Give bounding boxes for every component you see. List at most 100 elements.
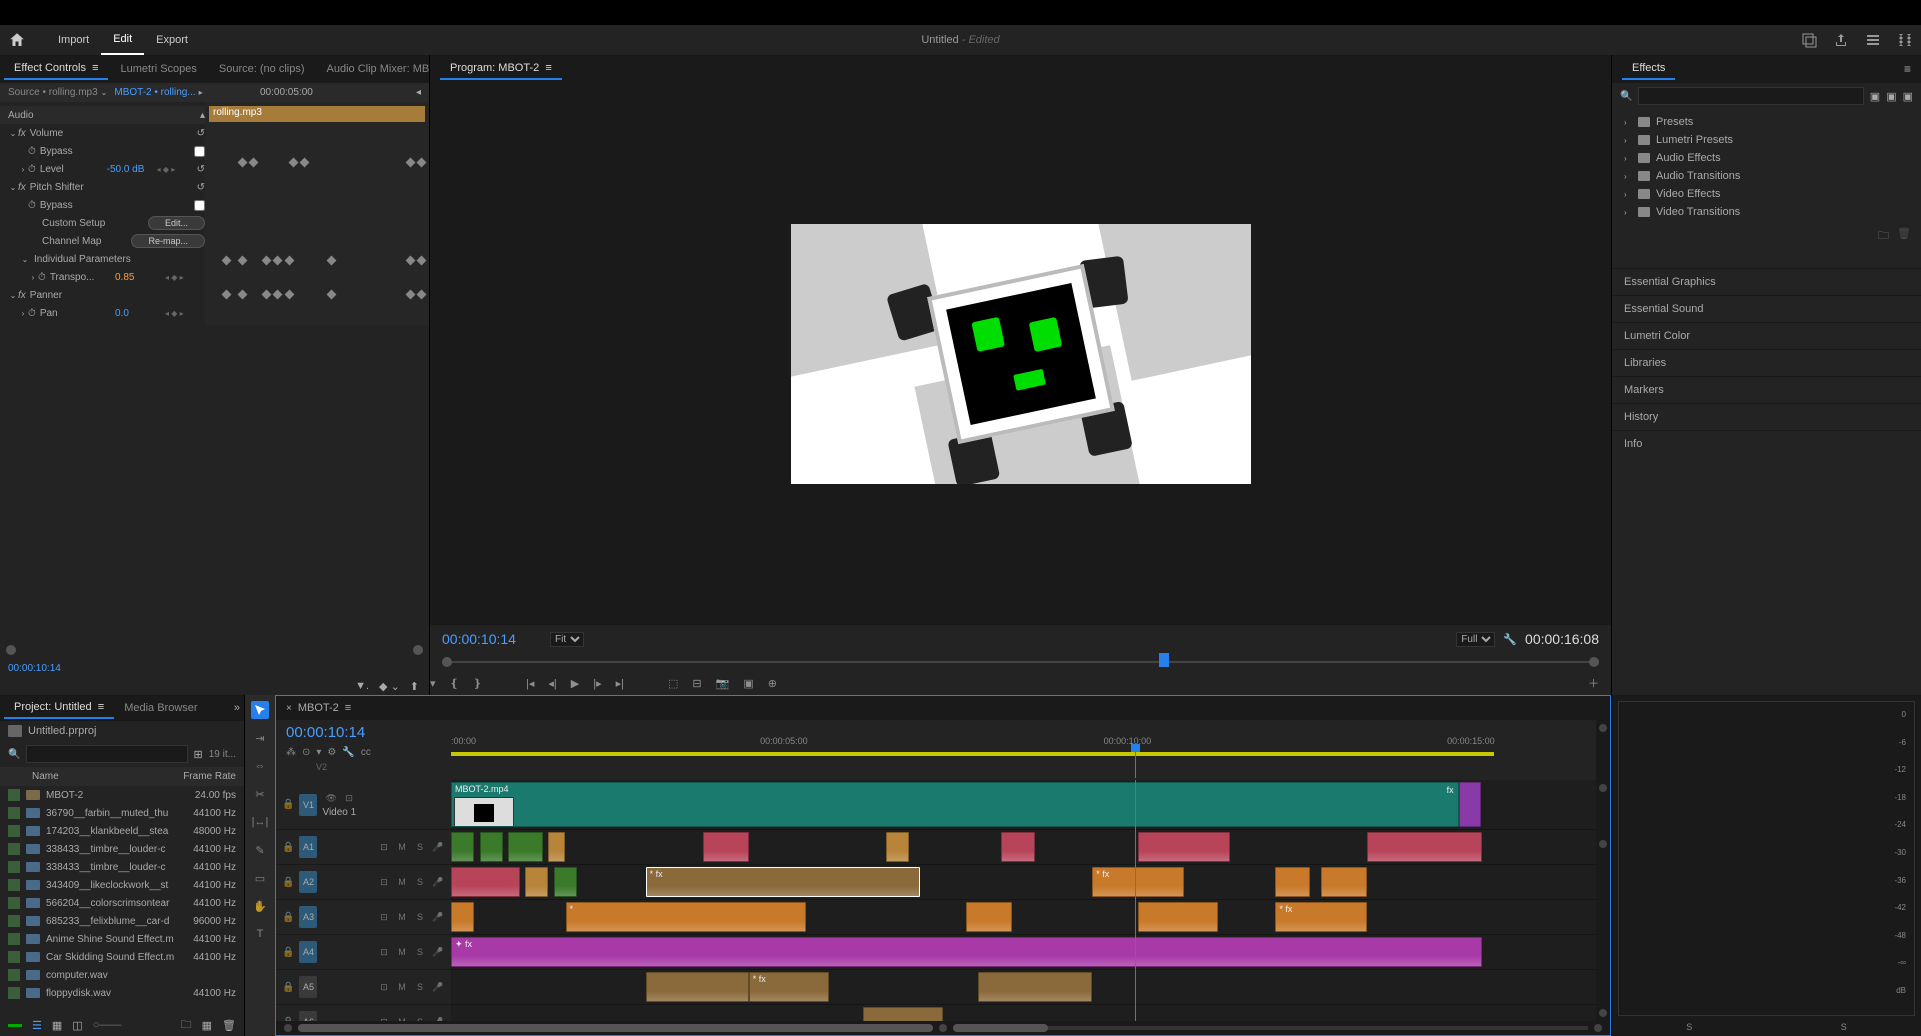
- mute-button[interactable]: M: [395, 945, 409, 959]
- stopwatch-icon[interactable]: ⏱: [28, 164, 36, 175]
- effects-folder[interactable]: ›Audio Effects: [1612, 149, 1921, 167]
- effects-folder[interactable]: ›Video Transitions: [1612, 203, 1921, 221]
- vscroll-down-icon[interactable]: [1599, 1009, 1607, 1017]
- track-header-a5[interactable]: 🔒 A5 ⊡MS🎤: [276, 970, 451, 1005]
- collapsed-panel[interactable]: Essential Graphics: [1612, 268, 1921, 295]
- track-select-tool[interactable]: ⇥: [251, 729, 269, 747]
- project-item[interactable]: computer.wav: [0, 966, 244, 984]
- effects-folder[interactable]: ›Presets: [1612, 113, 1921, 131]
- keyframe-nav[interactable]: ◂ ◆ ▸: [157, 165, 197, 174]
- ec-mini-timeline[interactable]: rolling.mp3: [205, 102, 429, 326]
- keyframe-display-icon[interactable]: ◆ ⌄: [379, 680, 400, 693]
- project-item[interactable]: 338433__timbre__louder-c44100 Hz: [0, 858, 244, 876]
- hand-tool[interactable]: ✋: [251, 897, 269, 915]
- tab-effect-controls[interactable]: Effect Controls ≡: [4, 58, 108, 80]
- custom-setup-edit-button[interactable]: Edit...: [148, 216, 205, 230]
- zoom-slider[interactable]: ○——: [93, 1019, 122, 1031]
- freeform-view-icon[interactable]: ⊞: [194, 748, 203, 761]
- playhead-line[interactable]: [1135, 780, 1136, 1021]
- resolution-select[interactable]: Full: [1456, 632, 1495, 647]
- vscroll-thumb[interactable]: [1599, 840, 1607, 848]
- tab-source[interactable]: Source: (no clips): [209, 59, 315, 79]
- step-forward-button[interactable]: |▸: [593, 677, 601, 690]
- lock-icon[interactable]: 🔒: [282, 1017, 294, 1022]
- project-item[interactable]: 685233__felixblume__car-d96000 Hz: [0, 912, 244, 930]
- mark-out-button[interactable]: ❵: [473, 677, 482, 690]
- lock-icon[interactable]: 🔒: [282, 799, 294, 810]
- maximize-icon[interactable]: [1897, 32, 1913, 48]
- tab-media-browser[interactable]: Media Browser: [114, 698, 207, 718]
- solo-button[interactable]: S: [413, 910, 427, 924]
- audio-clip[interactable]: [646, 972, 749, 1002]
- track-header-a3[interactable]: 🔒 A3 ⊡MS🎤: [276, 900, 451, 935]
- mute-button[interactable]: M: [395, 840, 409, 854]
- timeline-h-scrollbar[interactable]: [276, 1021, 1610, 1035]
- audio-clip[interactable]: * fx: [1275, 902, 1367, 932]
- linked-selection-icon[interactable]: ⊙: [302, 747, 310, 758]
- project-item[interactable]: Car Skidding Sound Effect.m44100 Hz: [0, 948, 244, 966]
- track-target-a3[interactable]: A3: [299, 906, 317, 928]
- track-header-v1[interactable]: 🔒 V1 👁⊡ Video 1: [276, 780, 451, 830]
- tab-lumetri-scopes[interactable]: Lumetri Scopes: [110, 59, 206, 79]
- effects-search-input[interactable]: [1638, 87, 1863, 105]
- sync-lock-icon[interactable]: ⊡: [377, 910, 391, 924]
- zoom-fit-select[interactable]: Fit: [550, 632, 584, 647]
- marker-icon[interactable]: ▾: [316, 747, 321, 758]
- audio-meter[interactable]: 0-6-12-18-24-30-36-42-48-∞dB: [1618, 701, 1915, 1016]
- keyframe-nav[interactable]: ◂ ◆ ▸: [165, 309, 205, 318]
- wrench-icon[interactable]: 🔧: [342, 747, 354, 758]
- twirl-level[interactable]: ›: [18, 165, 28, 174]
- solo-button[interactable]: S: [413, 875, 427, 889]
- pan-value[interactable]: 0.0: [115, 308, 165, 319]
- freeform-view-icon[interactable]: ◫: [72, 1019, 82, 1032]
- tab-effects[interactable]: Effects: [1622, 58, 1675, 80]
- workspace-export[interactable]: Export: [144, 25, 200, 55]
- step-back-button[interactable]: ◂|: [548, 677, 556, 690]
- audio-clip[interactable]: [1367, 832, 1482, 862]
- vscroll-top-icon[interactable]: [1599, 724, 1607, 732]
- video-clip[interactable]: [1459, 782, 1482, 827]
- twirl-transpose[interactable]: ›: [28, 273, 38, 282]
- sync-lock-icon[interactable]: ⊡: [377, 945, 391, 959]
- extract-button[interactable]: ⊟: [692, 677, 701, 690]
- reset-icon[interactable]: ↺: [197, 182, 205, 193]
- effects-folder[interactable]: ›Video Effects: [1612, 185, 1921, 203]
- pitch-bypass-checkbox[interactable]: [194, 200, 205, 211]
- program-timecode[interactable]: 00:00:10:14: [442, 631, 542, 647]
- twirl-individual[interactable]: ⌄: [20, 255, 30, 264]
- volume-level-value[interactable]: -50.0 dB: [107, 164, 157, 175]
- track-target-a1[interactable]: A1: [299, 836, 317, 858]
- ec-clip-nav[interactable]: ▸: [196, 88, 206, 97]
- video-clip[interactable]: MBOT-2.mp4 fx: [451, 782, 1459, 827]
- project-item[interactable]: 343409__likeclockwork__st44100 Hz: [0, 876, 244, 894]
- lock-icon[interactable]: 🔒: [282, 842, 294, 853]
- track-target-a4[interactable]: A4: [299, 941, 317, 963]
- new-bin-icon[interactable]: 🗀: [181, 1016, 192, 1035]
- lock-icon[interactable]: 🔒: [282, 912, 294, 923]
- play-button[interactable]: ▶: [571, 677, 579, 690]
- audio-clip[interactable]: [1275, 867, 1309, 897]
- snap-icon[interactable]: ⁂: [286, 747, 296, 758]
- track-target-v1[interactable]: V1: [299, 794, 317, 816]
- lock-icon[interactable]: 🔒: [282, 982, 294, 993]
- effects-folder[interactable]: ›Audio Transitions: [1612, 167, 1921, 185]
- label-color-icon[interactable]: [8, 1024, 22, 1027]
- project-item[interactable]: 338433__timbre__louder-c44100 Hz: [0, 840, 244, 858]
- audio-clip[interactable]: [863, 1007, 943, 1021]
- program-scrubber[interactable]: [442, 653, 1599, 671]
- solo-button[interactable]: S: [413, 980, 427, 994]
- audio-clip[interactable]: [1321, 867, 1367, 897]
- solo-button[interactable]: S: [413, 1015, 427, 1021]
- comparison-view-button[interactable]: ▣: [743, 677, 753, 690]
- audio-clip[interactable]: [480, 832, 503, 862]
- button-editor-icon[interactable]: ⊕: [768, 677, 777, 690]
- column-framerate-header[interactable]: Frame Rate: [181, 771, 236, 782]
- caption-icon[interactable]: cc: [361, 747, 371, 758]
- track-target-a5[interactable]: A5: [299, 976, 317, 998]
- timeline-content[interactable]: MBOT-2.mp4 fx: [451, 780, 1610, 1021]
- pen-tool[interactable]: ✎: [251, 841, 269, 859]
- audio-clip[interactable]: [451, 867, 520, 897]
- collapsed-panel[interactable]: Libraries: [1612, 349, 1921, 376]
- workspace-edit[interactable]: Edit: [101, 25, 144, 55]
- new-bin-icon[interactable]: 🗀: [1878, 227, 1889, 246]
